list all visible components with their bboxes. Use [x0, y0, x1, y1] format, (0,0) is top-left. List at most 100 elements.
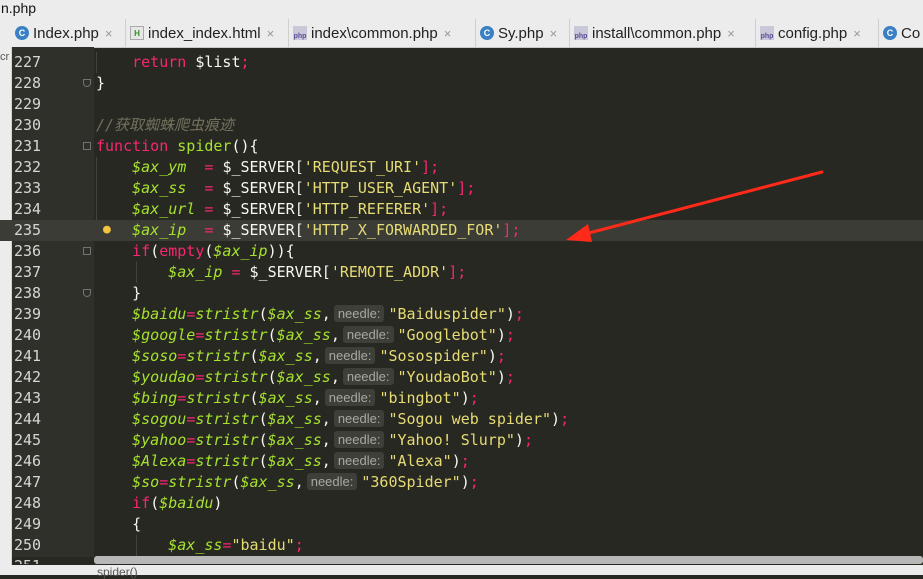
code-line: 236 if(empty($ax_ip)){: [0, 241, 923, 262]
code-text: $ax_ym = $_SERVER['REQUEST_URI'];: [132, 158, 440, 176]
code-text: if(empty($ax_ip)){: [132, 242, 295, 260]
code-text: $so=stristr($ax_ss, needle: "360Spider");: [132, 473, 479, 491]
code-text: $Alexa=stristr($ax_ss, needle: "Alexa");: [132, 452, 470, 470]
editor-tab-bar: C Index.php × H index_index.html × php i…: [0, 19, 923, 48]
code-text: $google=stristr($ax_ss, needle: "Googlebot…: [132, 326, 515, 344]
html-file-icon: H: [130, 26, 144, 40]
php-class-icon: C: [480, 26, 494, 40]
close-icon[interactable]: ×: [105, 26, 113, 41]
breadcrumb[interactable]: spider(): [97, 566, 138, 578]
close-icon[interactable]: ×: [444, 26, 452, 41]
fold-end-icon[interactable]: [83, 289, 91, 297]
code-text: {: [132, 515, 142, 533]
line-number: 227: [14, 53, 42, 71]
php-file-icon: php: [574, 26, 588, 40]
tab-index-php[interactable]: C Index.php ×: [11, 19, 126, 47]
tab-label: Co: [901, 24, 921, 42]
code-line: 229: [0, 94, 923, 115]
php-class-icon: C: [883, 26, 897, 40]
code-line: 243 $bing=stristr($ax_ss, needle: "bingbot…: [0, 388, 923, 409]
tab-label: index_index.html: [148, 24, 261, 42]
code-text: if($baidu): [132, 494, 223, 512]
code-text: }: [132, 284, 142, 302]
window-title-bar: n.php: [0, 0, 923, 20]
close-icon[interactable]: ×: [853, 26, 861, 41]
tab-label: Index.php: [33, 24, 99, 42]
code-line: 241 $soso=stristr($ax_ss, needle: "Sosospi…: [0, 346, 923, 367]
close-icon[interactable]: ×: [267, 26, 275, 41]
code-text: $ax_ss="baidu";: [168, 536, 304, 554]
code-text: $sogou=stristr($ax_ss, needle: "Sogou web …: [132, 410, 570, 428]
code-text: $ax_url = $_SERVER['HTTP_REFERER'];: [132, 200, 449, 218]
line-number: 251: [14, 556, 54, 564]
code-line: 239 $baidu=stristr($ax_ss, needle: "Baidus…: [0, 304, 923, 325]
code-line: 227 return $list;: [0, 52, 923, 73]
code-line: 249 {: [0, 514, 923, 535]
code-line: 247 $so=stristr($ax_ss, needle: "360Spider…: [0, 472, 923, 493]
close-icon[interactable]: ×: [550, 26, 558, 41]
parameter-hint: needle:: [324, 347, 376, 364]
line-number: 243: [14, 389, 42, 407]
parameter-hint: needle:: [342, 326, 394, 343]
code-comment: //获取蜘蛛爬虫痕迹: [96, 116, 235, 134]
parameter-hint: needle:: [333, 431, 385, 448]
line-number: 238: [14, 284, 42, 302]
line-number: 248: [14, 494, 42, 512]
code-text: $baidu=stristr($ax_ss, needle: "Baiduspide…: [132, 305, 524, 323]
line-number: 230: [14, 116, 42, 134]
parameter-hint: needle:: [324, 389, 376, 406]
code-line: 240 $google=stristr($ax_ss, needle: "Googl…: [0, 325, 923, 346]
line-number: 247: [14, 473, 42, 491]
code-line: 231 function spider(){: [0, 136, 923, 157]
parameter-hint: needle:: [306, 473, 358, 490]
fold-end-icon[interactable]: [83, 79, 91, 87]
code-text: $ax_ss = $_SERVER['HTTP_USER_AGENT'];: [132, 179, 476, 197]
code-text: function spider(){: [96, 137, 259, 155]
tab-sy-php[interactable]: C Sy.php ×: [476, 19, 570, 47]
code-text: $bing=stristr($ax_ss, needle: "bingbot");: [132, 389, 479, 407]
code-text: $ax_ip = $_SERVER['HTTP_X_FORWARDED_FOR'…: [132, 221, 521, 239]
code-line: 242 $youdao=stristr($ax_ss, needle: "Youda…: [0, 367, 923, 388]
tab-label: config.php: [778, 24, 848, 42]
tab-label: index\common.php: [311, 24, 438, 42]
tab-co[interactable]: C Co: [879, 19, 923, 47]
line-number: 231: [14, 137, 42, 155]
tab-label: install\common.php: [592, 24, 722, 42]
line-number: 241: [14, 347, 42, 365]
parameter-hint: needle:: [333, 410, 385, 427]
line-number: 235: [14, 221, 42, 239]
line-number: 245: [14, 431, 42, 449]
code-line: 237 $ax_ip = $_SERVER['REMOTE_ADDR'];: [0, 262, 923, 283]
code-text: }: [96, 74, 106, 92]
fold-toggle-icon[interactable]: [83, 142, 91, 150]
php-class-icon: C: [15, 26, 29, 40]
code-line: 238 }: [0, 283, 923, 304]
line-number: 246: [14, 452, 42, 470]
code-text: $youdao=stristr($ax_ss, needle: "YoudaoBot…: [132, 368, 515, 386]
code-text: $ax_ip = $_SERVER['REMOTE_ADDR'];: [168, 263, 467, 281]
code-line: 244 $sogou=stristr($ax_ss, needle: "Sogou …: [0, 409, 923, 430]
status-bar: spider(): [0, 565, 923, 578]
line-number: 250: [14, 536, 42, 554]
line-number: 239: [14, 305, 42, 323]
line-number: 240: [14, 326, 42, 344]
line-number: 229: [14, 95, 42, 113]
line-number: 233: [14, 179, 42, 197]
code-text: return $list;: [132, 53, 250, 71]
line-number: 236: [14, 242, 42, 260]
line-number: 242: [14, 368, 42, 386]
horizontal-scrollbar[interactable]: [94, 556, 923, 564]
code-line: 228 }: [0, 73, 923, 94]
code-text: $soso=stristr($ax_ss, needle: "Sosospider"…: [132, 347, 506, 365]
close-icon[interactable]: ×: [727, 26, 735, 41]
tab-index-common-php[interactable]: php index\common.php ×: [289, 19, 476, 47]
code-line: 232 $ax_ym = $_SERVER['REQUEST_URI'];: [0, 157, 923, 178]
fold-toggle-icon[interactable]: [83, 247, 91, 255]
tab-install-common-php[interactable]: php install\common.php ×: [570, 19, 756, 47]
parameter-hint: needle:: [333, 452, 385, 469]
code-line: 230 //获取蜘蛛爬虫痕迹: [0, 115, 923, 136]
line-number: 249: [14, 515, 42, 533]
tab-index-index-html[interactable]: H index_index.html ×: [126, 19, 289, 47]
tab-config-php[interactable]: php config.php ×: [756, 19, 879, 47]
code-line: 246 $Alexa=stristr($ax_ss, needle: "Alexa"…: [0, 451, 923, 472]
